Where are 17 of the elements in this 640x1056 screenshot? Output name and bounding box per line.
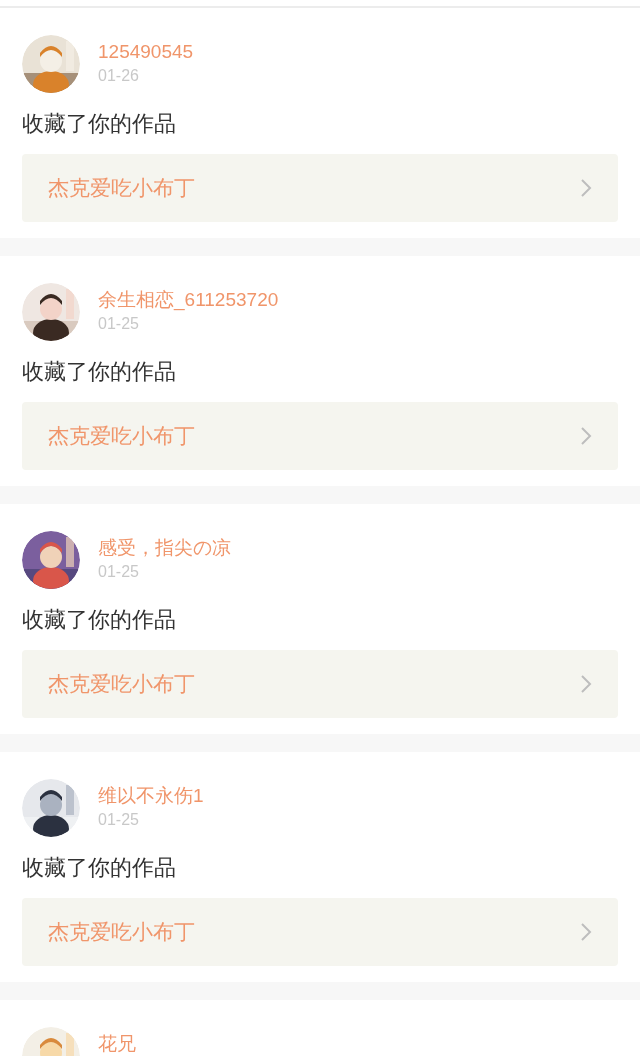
action-text: 收藏了你的作品	[22, 606, 177, 634]
action-text: 收藏了你的作品	[22, 854, 177, 882]
work-link[interactable]: 杰克爱吃小布丁	[22, 898, 618, 966]
work-link[interactable]: 杰克爱吃小布丁	[22, 154, 618, 222]
user-name[interactable]: 感受，指尖の凉	[98, 535, 231, 561]
action-text: 收藏了你的作品	[22, 358, 177, 386]
user-name[interactable]: 维以不永伤1	[98, 783, 204, 809]
chevron-icon	[580, 674, 592, 694]
work-link[interactable]: 杰克爱吃小布丁	[22, 650, 618, 718]
chevron-icon	[580, 426, 592, 446]
user-name[interactable]: 花兄	[98, 1031, 136, 1056]
chevron-icon	[580, 178, 592, 198]
action-text: 收藏了你的作品	[22, 110, 177, 138]
user-name[interactable]: 125490545	[98, 39, 194, 65]
chevron-icon	[580, 922, 592, 942]
work-link[interactable]: 杰克爱吃小布丁	[22, 402, 618, 470]
user-name[interactable]: 余生相恋_611253720	[98, 287, 279, 313]
